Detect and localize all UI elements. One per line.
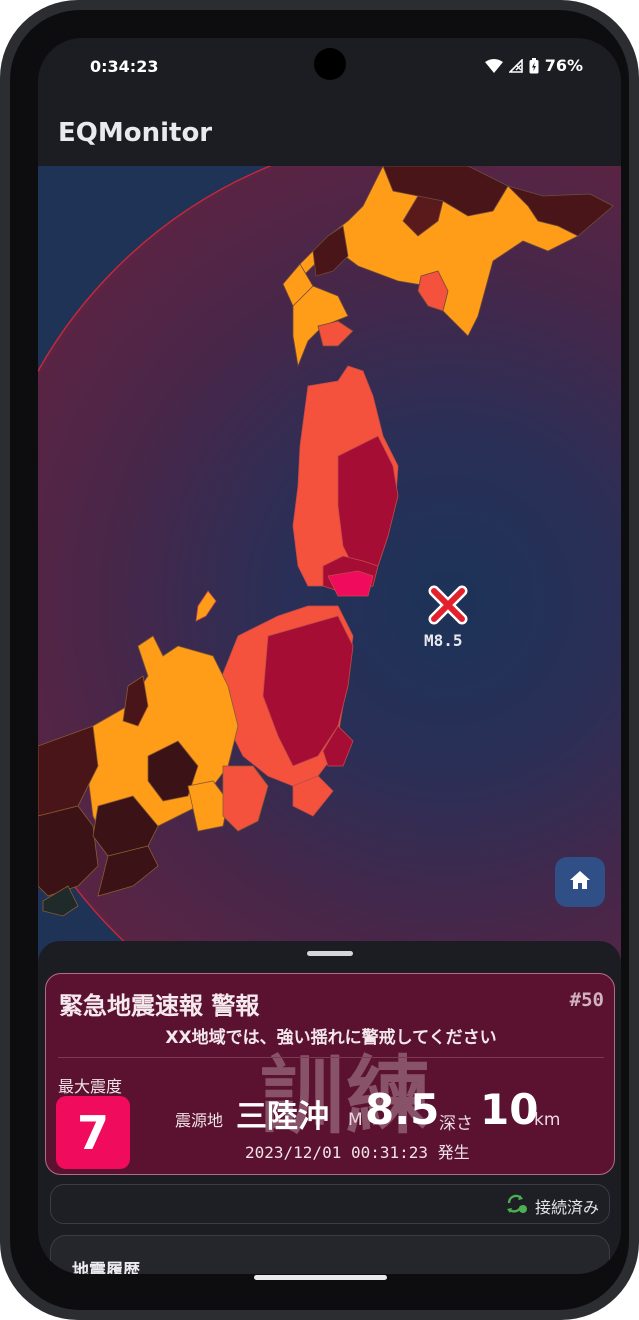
bottom-sheet[interactable]: 訓練 緊急地震速報 警報 #50 XX地域では、強い揺れに警戒してください 最大… (38, 941, 621, 1274)
connection-status-bar: 接続済み (50, 1184, 610, 1224)
magnitude-value: 8.5 (365, 1085, 440, 1134)
battery-percent: 76% (544, 56, 583, 75)
alert-serial-number: #50 (569, 989, 604, 1011)
max-intensity-label: 最大震度 (58, 1077, 123, 1096)
home-icon (569, 870, 591, 894)
home-button[interactable] (555, 857, 605, 907)
wifi-icon (484, 58, 503, 73)
depth-value: 10 (480, 1085, 539, 1134)
intensity-map[interactable]: M8.5 (38, 166, 621, 966)
app-title: EQMonitor (58, 118, 213, 148)
phone-bezel: 0:34:23 76% EQMonitor M8.5 訓練 緊急地震速報 警報 … (10, 10, 629, 1310)
japan-map[interactable] (38, 166, 621, 966)
app-bar: EQMonitor (38, 96, 621, 166)
alert-title: 緊急地震速報 警報 (59, 992, 260, 1020)
hypocenter-value: 三陸沖 (236, 1099, 329, 1135)
depth-unit: km (534, 1110, 561, 1130)
battery-charging-icon (529, 57, 539, 74)
connected-sync-icon (505, 1194, 529, 1218)
origin-time: 2023/12/01 00:31:23 発生 (245, 1143, 470, 1162)
max-intensity-badge: 7 (56, 1096, 130, 1169)
history-title: 地震履歴 (72, 1261, 140, 1274)
phone-frame: 0:34:23 76% EQMonitor M8.5 訓練 緊急地震速報 警報 … (0, 0, 639, 1320)
alert-divider (58, 1057, 604, 1058)
cellular-no-signal-icon (508, 58, 523, 73)
magnitude-label: M (348, 1110, 363, 1130)
drag-handle[interactable] (307, 951, 353, 956)
eew-alert-card[interactable]: 訓練 緊急地震速報 警報 #50 XX地域では、強い揺れに警戒してください 最大… (45, 973, 615, 1175)
status-icons: 76% (484, 56, 583, 75)
connection-status: 接続済み (505, 1194, 599, 1218)
epicenter-magnitude-label: M8.5 (424, 631, 463, 650)
status-bar: 0:34:23 76% (38, 38, 621, 96)
screen: 0:34:23 76% EQMonitor M8.5 訓練 緊急地震速報 警報 … (38, 38, 621, 1274)
front-camera (314, 48, 346, 80)
status-time: 0:34:23 (90, 57, 159, 76)
gesture-nav-handle[interactable] (254, 1275, 387, 1280)
hypocenter-label: 震源地 (175, 1111, 224, 1130)
earthquake-history-card[interactable]: 地震履歴 (50, 1235, 610, 1274)
depth-label: 深さ (439, 1114, 473, 1134)
connection-status-label: 接続済み (534, 1198, 599, 1217)
alert-message: XX地域では、強い揺れに警戒してください (165, 1028, 497, 1048)
